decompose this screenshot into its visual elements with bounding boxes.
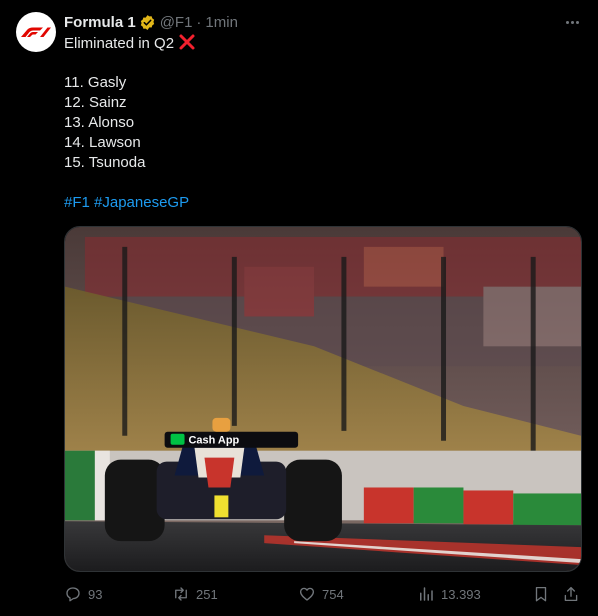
tweet-line: 13. Alonso <box>64 114 135 131</box>
share-icon <box>564 586 578 602</box>
repost-count: 251 <box>196 586 218 602</box>
repost-icon <box>175 587 187 601</box>
reply-button[interactable]: 93 <box>64 585 142 603</box>
f1-logo-icon <box>21 27 51 37</box>
verified-badge-icon <box>139 14 156 31</box>
tweet-photo[interactable]: Cash App <box>64 226 582 572</box>
headline-text: Eliminated in Q2 <box>64 35 175 52</box>
tweet-line: 11. Gasly <box>64 74 127 91</box>
tweet-timestamp[interactable]: 1min <box>205 14 238 31</box>
like-icon <box>299 587 315 601</box>
view-count: 13.393 <box>441 586 481 602</box>
tweet-line: 12. Sainz <box>64 94 127 111</box>
separator-dot: · <box>196 13 202 31</box>
reply-icon <box>66 587 80 602</box>
hashtag-f1[interactable]: #F1 <box>64 194 90 211</box>
bookmark-button[interactable] <box>532 585 550 603</box>
tweet-header: Formula 1 @F1 · 1min <box>64 12 238 32</box>
tweet-line-headline: Eliminated in Q2 <box>64 33 574 53</box>
tweet-line: 14. Lawson <box>64 134 141 151</box>
author-avatar[interactable] <box>16 12 56 52</box>
like-count: 754 <box>322 586 344 602</box>
views-icon <box>420 587 433 601</box>
repost-button[interactable]: 251 <box>172 585 218 603</box>
tweet-text: Eliminated in Q2 11. Gasly 12. Sainz 13.… <box>64 33 574 213</box>
hashtag-japanesegp[interactable]: #JapaneseGP <box>94 194 189 211</box>
tweet-actions: 93 251 754 13.393 <box>64 582 582 606</box>
car-sponsor-label: Cash App <box>189 435 240 447</box>
hashtags: #F1 #JapaneseGP <box>64 193 574 213</box>
author-handle[interactable]: @F1 <box>160 14 193 31</box>
more-options-icon[interactable] <box>562 12 582 32</box>
bookmark-icon <box>535 586 547 602</box>
cross-mark-icon <box>178 33 196 57</box>
author-name[interactable]: Formula 1 <box>64 14 136 31</box>
like-button[interactable]: 754 <box>298 585 344 603</box>
views-button[interactable]: 13.393 <box>417 585 481 603</box>
share-button[interactable] <box>562 585 580 603</box>
tweet-line: 15. Tsunoda <box>64 154 146 171</box>
reply-count: 93 <box>88 586 103 602</box>
